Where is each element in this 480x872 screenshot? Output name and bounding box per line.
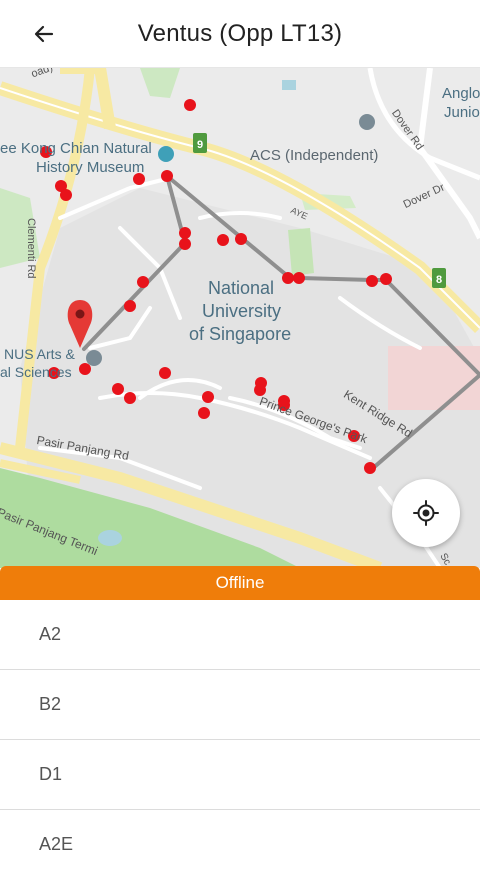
status-banner: Offline bbox=[0, 566, 480, 600]
crosshair-icon bbox=[413, 500, 439, 526]
nus-label-line2: University bbox=[202, 301, 282, 321]
route-shield-9: 9 bbox=[197, 139, 203, 151]
list-item-b2[interactable]: B2 bbox=[0, 670, 480, 740]
service-label: D1 bbox=[39, 764, 63, 784]
service-list: A2 B2 D1 A2E bbox=[0, 600, 480, 872]
museum-label-line1: ee Kong Chian Natural bbox=[0, 140, 152, 157]
anglo-label-line1: Anglo bbox=[442, 85, 480, 102]
list-item-d1[interactable]: D1 bbox=[0, 740, 480, 810]
list-item-a2e[interactable]: A2E bbox=[0, 810, 480, 872]
anglo-label-line2: Junio bbox=[444, 104, 480, 121]
list-item-a2[interactable]: A2 bbox=[0, 600, 480, 670]
page-title: Ventus (Opp LT13) bbox=[137, 20, 343, 47]
service-label: B2 bbox=[39, 694, 62, 714]
route-shield-8: 8 bbox=[436, 274, 442, 286]
my-location-button[interactable] bbox=[392, 479, 460, 547]
clementi-road-label: Clementi Rd bbox=[25, 218, 37, 279]
service-label: A2E bbox=[39, 834, 74, 854]
nus-label-line1: National bbox=[208, 278, 275, 298]
acs-label: ACS (Independent) bbox=[250, 147, 379, 164]
arts-label-line1: NUS Arts & bbox=[4, 346, 75, 362]
museum-label-line2: History Museum bbox=[36, 159, 145, 176]
service-label: A2 bbox=[39, 624, 62, 644]
app-bar: Ventus (Opp LT13) bbox=[0, 0, 480, 68]
arts-label-line2: al Sciences bbox=[0, 364, 72, 380]
nus-label-line3: of Singapore bbox=[189, 324, 292, 344]
